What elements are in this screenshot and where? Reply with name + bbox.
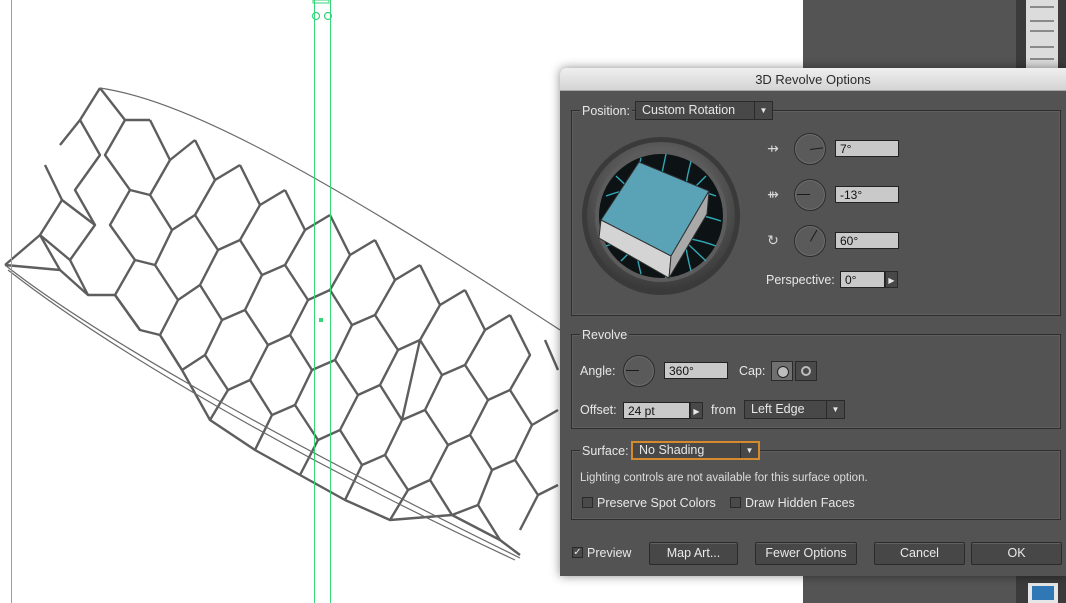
fewer-options-button[interactable]: Fewer Options (755, 542, 857, 565)
guide-line-center-right[interactable] (330, 0, 331, 603)
cap-on-button[interactable] (771, 361, 793, 381)
perspective-label: Perspective: (766, 273, 835, 287)
draw-hidden-checkbox[interactable] (730, 497, 741, 508)
preserve-spot-checkbox[interactable] (582, 497, 593, 508)
y-rotation-dial[interactable] (794, 179, 826, 211)
page-thumbnails[interactable] (1026, 0, 1058, 72)
cancel-button[interactable]: Cancel (874, 542, 965, 565)
cap-off-button[interactable] (795, 361, 817, 381)
y-axis-rotate-icon: ⇻ (767, 186, 779, 202)
lighting-note: Lighting controls are not available for … (580, 472, 868, 484)
revolve-title: Revolve (580, 328, 630, 342)
stepper-arrow-icon: ▶ (888, 276, 895, 285)
cap-label: Cap: (739, 364, 766, 378)
surface-value: No Shading (639, 443, 705, 457)
x-rotation-dial[interactable] (794, 133, 826, 165)
selection-handle-icon[interactable] (307, 0, 337, 24)
x-rotation-field[interactable]: 7° (835, 140, 899, 157)
map-art-button[interactable]: Map Art... (649, 542, 738, 565)
dropdown-arrow-icon: ▼ (740, 443, 758, 458)
y-rotation-field[interactable]: -13° (835, 186, 899, 203)
z-axis-rotate-icon: ↻ (767, 232, 779, 248)
angle-field[interactable]: 360° (664, 362, 728, 379)
guide-line-center-left[interactable] (314, 0, 315, 603)
thumbnail-preview[interactable] (1028, 583, 1058, 603)
draw-hidden-label[interactable]: Draw Hidden Faces (745, 496, 855, 510)
x-axis-rotate-icon: ⇸ (767, 140, 779, 156)
stepper-arrow-icon: ▶ (693, 407, 700, 416)
perspective-field[interactable]: 0° (840, 271, 885, 288)
ok-button[interactable]: OK (971, 542, 1062, 565)
position-label: Position: (580, 104, 632, 118)
preserve-spot-label[interactable]: Preserve Spot Colors (597, 496, 716, 510)
offset-label: Offset: (580, 403, 617, 417)
dialog-titlebar[interactable]: 3D Revolve Options (560, 68, 1066, 91)
offset-stepper[interactable]: ▶ (690, 402, 703, 419)
surface-dropdown[interactable]: No Shading ▼ (631, 441, 760, 460)
preview-label[interactable]: Preview (587, 546, 631, 560)
checkmark-icon: ✓ (573, 547, 582, 558)
position-preset-dropdown[interactable]: Custom Rotation ▼ (635, 101, 773, 120)
surface-label: Surface: (580, 444, 631, 458)
revolve-options-dialog: 3D Revolve Options Position: Custom Rota… (560, 68, 1066, 576)
chain-link-artwork[interactable] (0, 0, 560, 603)
z-rotation-dial[interactable] (794, 225, 826, 257)
cap-off-icon (801, 366, 811, 376)
from-label: from (711, 403, 736, 417)
from-edge-dropdown[interactable]: Left Edge ▼ (744, 400, 845, 419)
center-point-marker (319, 318, 323, 322)
z-rotation-field[interactable]: 60° (835, 232, 899, 249)
dropdown-arrow-icon: ▼ (754, 102, 772, 119)
from-edge-value: Left Edge (751, 402, 805, 416)
preview-checkbox[interactable]: ✓ (572, 547, 583, 558)
rotation-trackball[interactable] (581, 136, 741, 296)
dropdown-arrow-icon: ▼ (826, 401, 844, 418)
angle-label: Angle: (580, 364, 616, 378)
offset-field[interactable]: 24 pt (623, 402, 690, 419)
guide-line-left[interactable] (11, 0, 12, 603)
position-preset-value: Custom Rotation (642, 103, 736, 117)
dialog-title: 3D Revolve Options (755, 72, 871, 87)
cap-on-icon (777, 366, 789, 378)
perspective-stepper[interactable]: ▶ (885, 271, 898, 288)
angle-dial[interactable] (623, 355, 655, 387)
